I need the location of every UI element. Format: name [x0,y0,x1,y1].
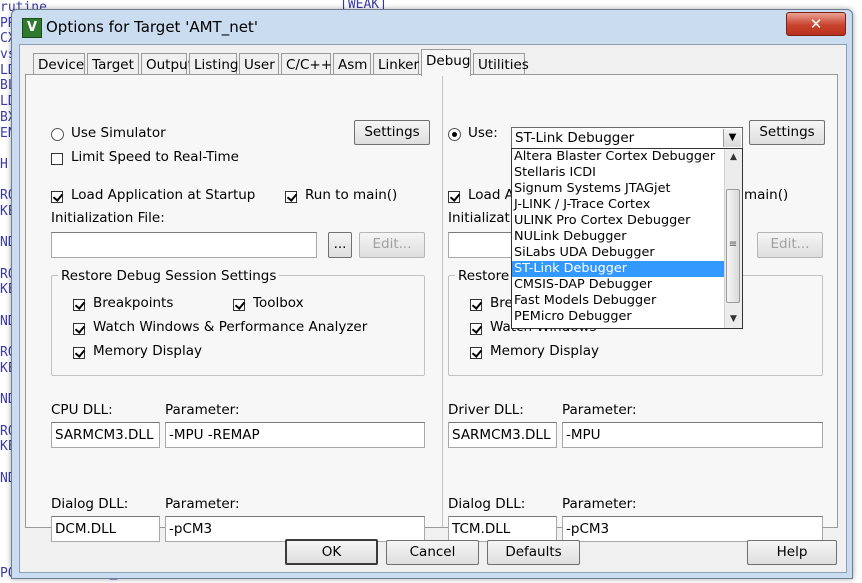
cpu-dll-label: CPU DLL: [51,402,113,418]
dropdown-option[interactable]: Stellaris ICDI [512,165,742,181]
restore-breakpoints-label: Breakpoints [93,295,174,311]
restore-toolbox-label: Toolbox [253,295,304,311]
dropdown-option[interactable]: NULink Debugger [512,229,742,245]
restore-watch-label: Watch Windows & Performance Analyzer [93,319,368,335]
scrollbar-thumb[interactable]: ≡ [726,189,740,303]
background-code-top-fragment: [WEAK] [340,0,387,9]
options-dialog: V Options for Target 'AMT_net' ✕ Device T… [11,9,853,579]
dropdown-option[interactable]: ST-Link Debugger [512,261,742,277]
cpu-param-label: Parameter: [165,402,240,418]
pane-divider [442,75,443,527]
scroll-up-icon[interactable]: ▲ [725,149,742,166]
tab-asm[interactable]: Asm [333,53,371,75]
use-debugger-label: Use: [468,125,498,141]
driver-param-label: Parameter: [562,402,637,418]
right-init-file-edit-button[interactable]: Edit... [757,232,823,258]
tab-device[interactable]: Device [33,53,85,75]
init-file-input[interactable] [51,232,317,258]
driver-dll-input[interactable]: SARMCM3.DLL [448,422,557,448]
cpu-dll-input[interactable]: SARMCM3.DLL [51,422,160,448]
right-restore-memory-checkbox[interactable] [470,347,482,359]
right-load-app-label: Load A [468,187,514,203]
right-dialog-dll-input[interactable]: TCM.DLL [448,516,557,542]
debugger-dropdown-list: Altera Blaster Cortex Debugger Stellaris … [511,148,743,329]
run-to-main-checkbox[interactable] [285,191,297,203]
defaults-button[interactable]: Defaults [487,540,580,565]
right-restore-watch-checkbox[interactable] [470,323,482,335]
close-icon: ✕ [809,15,823,33]
debugger-settings-button[interactable]: Settings [749,120,825,145]
dropdown-option[interactable]: ULINK Pro Cortex Debugger [512,213,742,229]
run-to-main-label: Run to main() [305,187,398,203]
right-restore-breakpoints-checkbox[interactable] [470,299,482,311]
tab-c-c-[interactable]: C/C++ [281,53,332,75]
tab-listing[interactable]: Listing [189,53,238,75]
right-restore-settings-title: Restore [455,268,513,284]
tab-linker[interactable]: Linker [373,53,419,75]
limit-speed-label: Limit Speed to Real-Time [71,149,239,165]
dropdown-option[interactable]: SiLabs UDA Debugger [512,245,742,261]
right-dialog-param-input[interactable]: -pCM3 [562,516,823,542]
tab-output[interactable]: Output [141,53,193,75]
dialog-param-label: Parameter: [165,496,240,512]
restore-settings-title: Restore Debug Session Settings [58,268,280,284]
restore-toolbox-checkbox[interactable] [233,299,245,311]
dropdown-option[interactable]: CMSIS-DAP Debugger [512,277,742,293]
driver-dll-label: Driver DLL: [448,402,524,418]
window-title: Options for Target 'AMT_net' [46,18,258,36]
init-file-browse-button[interactable]: ... [328,232,352,258]
tab-user[interactable]: User [239,53,279,75]
ok-button[interactable]: OK [285,539,378,565]
dropdown-option[interactable]: Fast Models Debugger [512,293,742,309]
use-debugger-radio[interactable] [448,128,461,141]
dropdown-scrollbar[interactable]: ▲ ≡ ▼ [724,149,742,328]
app-icon: V [22,18,42,38]
right-load-app-checkbox[interactable] [448,191,460,203]
debugger-select-value: ST-Link Debugger [515,130,635,146]
debug-tab-page: Use Simulator Settings Limit Speed to Re… [25,74,838,542]
right-dialog-param-label: Parameter: [562,496,637,512]
restore-watch-checkbox[interactable] [73,323,85,335]
init-file-label: Initialization File: [51,210,165,226]
tab-debug[interactable]: Debug [421,49,471,76]
dropdown-option[interactable]: J-LINK / J-Trace Cortex [512,197,742,213]
use-simulator-radio[interactable] [51,128,64,141]
cancel-button[interactable]: Cancel [386,540,479,565]
scroll-down-icon[interactable]: ▼ [725,311,742,328]
close-button[interactable]: ✕ [786,12,846,36]
dialog-dll-label: Dialog DLL: [51,496,129,512]
tab-target[interactable]: Target [87,53,139,75]
help-button[interactable]: Help [747,540,837,565]
restore-memory-label: Memory Display [93,343,202,359]
right-restore-memory-label: Memory Display [490,343,599,359]
tab-utilities[interactable]: Utilities [473,53,529,75]
restore-memory-checkbox[interactable] [73,347,85,359]
title-bar[interactable]: V Options for Target 'AMT_net' ✕ [12,10,852,46]
load-app-checkbox[interactable] [51,191,63,203]
right-dialog-dll-label: Dialog DLL: [448,496,526,512]
dialog-dll-input[interactable]: DCM.DLL [51,516,160,542]
dialog-client: Device Target Output Listing User C/C++ Asm Lin… [19,44,847,573]
dropdown-options: Altera Blaster Cortex Debugger Stellaris … [512,149,742,325]
right-run-to-main-label: main() [744,187,789,203]
use-simulator-label: Use Simulator [71,125,166,141]
dropdown-option[interactable]: Signum Systems JTAGjet [512,181,742,197]
cpu-param-input[interactable]: -MPU -REMAP [165,422,425,448]
dropdown-option[interactable]: PEMicro Debugger [512,309,742,325]
simulator-settings-button[interactable]: Settings [354,120,430,145]
limit-speed-checkbox[interactable] [51,153,63,165]
restore-breakpoints-checkbox[interactable] [73,299,85,311]
debugger-select[interactable]: ST-Link Debugger ▼ [511,127,743,149]
dropdown-arrow-icon[interactable]: ▼ [723,129,741,147]
init-file-edit-button[interactable]: Edit... [359,232,425,258]
right-restore-breakpoints-label: Bre [490,295,513,311]
load-app-label: Load Application at Startup [71,187,256,203]
dropdown-option[interactable]: Altera Blaster Cortex Debugger [512,149,742,165]
driver-param-input[interactable]: -MPU [562,422,823,448]
